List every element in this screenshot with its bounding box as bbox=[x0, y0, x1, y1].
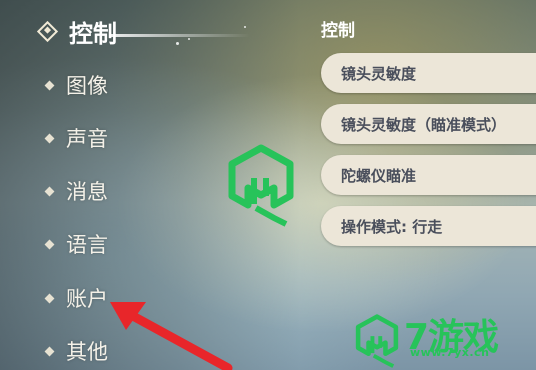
watermark-logo-icon bbox=[228, 144, 294, 227]
diamond-bullet-icon bbox=[44, 293, 55, 303]
sidebar-item-audio[interactable]: 声音 bbox=[44, 123, 108, 153]
sidebar-item-other[interactable]: 其他 bbox=[44, 336, 108, 366]
diamond-bullet-icon bbox=[44, 239, 55, 249]
setting-gyro-aiming[interactable]: 陀螺仪瞄准 bbox=[321, 155, 536, 195]
section-title: 控制 bbox=[321, 21, 355, 41]
sidebar-item-label: 语言 bbox=[66, 233, 108, 257]
setting-control-mode[interactable]: 操作模式: 行走 bbox=[321, 206, 536, 246]
sidebar-item-label: 消息 bbox=[66, 180, 108, 204]
sparkle-decoration bbox=[176, 42, 179, 45]
sidebar-item-label: 图像 bbox=[66, 74, 108, 98]
diamond-bullet-icon bbox=[44, 133, 55, 143]
title-underline-glow bbox=[110, 34, 250, 37]
setting-camera-sensitivity[interactable]: 镜头灵敏度 bbox=[321, 53, 536, 93]
sidebar-item-language[interactable]: 语言 bbox=[44, 229, 108, 259]
sidebar-item-graphics[interactable]: 图像 bbox=[44, 70, 108, 100]
diamond-bullet-icon bbox=[44, 186, 55, 196]
diamond-bullet-icon bbox=[44, 346, 55, 356]
sparkle-decoration bbox=[244, 26, 246, 28]
diamond-bullet-icon bbox=[44, 80, 55, 90]
sparkle-decoration bbox=[188, 38, 190, 40]
diamond-icon bbox=[36, 20, 59, 43]
watermark-small-logo-icon bbox=[355, 314, 399, 368]
setting-camera-sensitivity-aiming[interactable]: 镜头灵敏度（瞄准模式） bbox=[321, 104, 536, 144]
sidebar-title: 控制 bbox=[36, 14, 117, 49]
sidebar-item-label: 声音 bbox=[66, 127, 108, 151]
red-arrow-annotation-icon bbox=[110, 302, 233, 370]
sidebar-title-label: 控制 bbox=[69, 20, 117, 48]
watermark-url: www.7yx.cn bbox=[410, 346, 490, 359]
sidebar-item-account[interactable]: 账户 bbox=[44, 283, 108, 313]
sidebar-item-messages[interactable]: 消息 bbox=[44, 176, 108, 206]
